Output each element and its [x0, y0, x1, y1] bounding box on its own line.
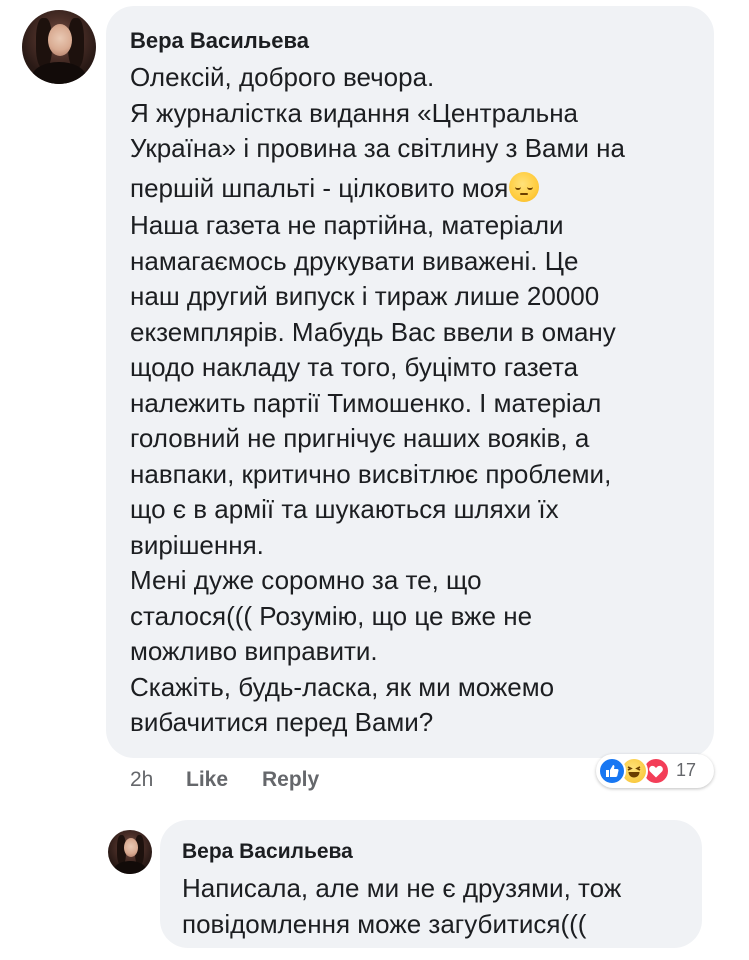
- pensive-face-emoji-icon: [509, 171, 540, 202]
- reply-line: повідомлення може загубитися(((: [182, 909, 587, 939]
- comment-line: екземплярів. Мабудь Вас ввели в оману: [130, 316, 616, 347]
- comment-line: щодо накладу та того, буцімто газета: [130, 352, 579, 382]
- comment-timestamp[interactable]: 2h: [130, 768, 153, 792]
- reply-line: Написала, але ми не є друзями, тож: [182, 873, 622, 903]
- comment-line: вибачитися перед Вами?: [130, 707, 434, 737]
- comment-line: належить партії Тимошенко. І матеріал: [130, 387, 602, 418]
- like-icon: [598, 757, 626, 785]
- comment-line: сталося((( Розумію, що це вже не: [130, 600, 533, 631]
- comment-line: що є в армії та шукаються шляхи їх: [130, 494, 559, 524]
- comment-line: намагаємось друкувати виважені. Це: [130, 245, 579, 276]
- comment-line: першій шпальті - цілковито моя: [130, 172, 509, 203]
- comment-text: Олексій, доброго вечора. Я журналістка в…: [130, 60, 710, 741]
- reactions-summary[interactable]: 17: [596, 754, 714, 788]
- reply-bubble: Вера Васильева Написала, але ми не є дру…: [160, 820, 702, 948]
- reply-text: Написала, але ми не є друзями, тож повід…: [182, 870, 702, 942]
- comment-author[interactable]: Вера Васильева: [130, 28, 309, 54]
- comment-thread: Вера Васильева Олексій, доброго вечора. …: [0, 0, 749, 960]
- comment-line: можливо виправити.: [130, 636, 378, 666]
- comment-line: Скажіть, будь-ласка, як ми можемо: [130, 671, 555, 702]
- comment-line: наш другий випуск і тираж лише 20000: [130, 281, 600, 311]
- comment-line: Україна» і провина за світлину з Вами на: [130, 133, 625, 163]
- comment-line: навпаки, критично висвітлює проблеми,: [130, 458, 612, 489]
- comment-line: вирішення.: [130, 529, 264, 560]
- comment-line: головний не пригнічує наших вояків, а: [130, 423, 590, 453]
- comment-line: Олексій, доброго вечора.: [130, 62, 435, 92]
- like-button[interactable]: Like: [186, 768, 228, 792]
- comment-bubble: Вера Васильева Олексій, доброго вечора. …: [106, 6, 714, 758]
- comment-line: Мені дуже соромно за те, що: [130, 565, 482, 595]
- comment-line: Я журналістка видання «Центральна: [130, 97, 579, 128]
- comment-line: Наша газета не партійна, матеріали: [130, 210, 564, 240]
- avatar[interactable]: [108, 830, 152, 874]
- reaction-count: 17: [676, 760, 697, 780]
- comment-line-with-emoji: першій шпальті - цілковито моя: [130, 171, 710, 207]
- reply-button[interactable]: Reply: [262, 768, 319, 792]
- reply-author[interactable]: Вера Васильева: [182, 840, 353, 864]
- avatar[interactable]: [22, 10, 96, 84]
